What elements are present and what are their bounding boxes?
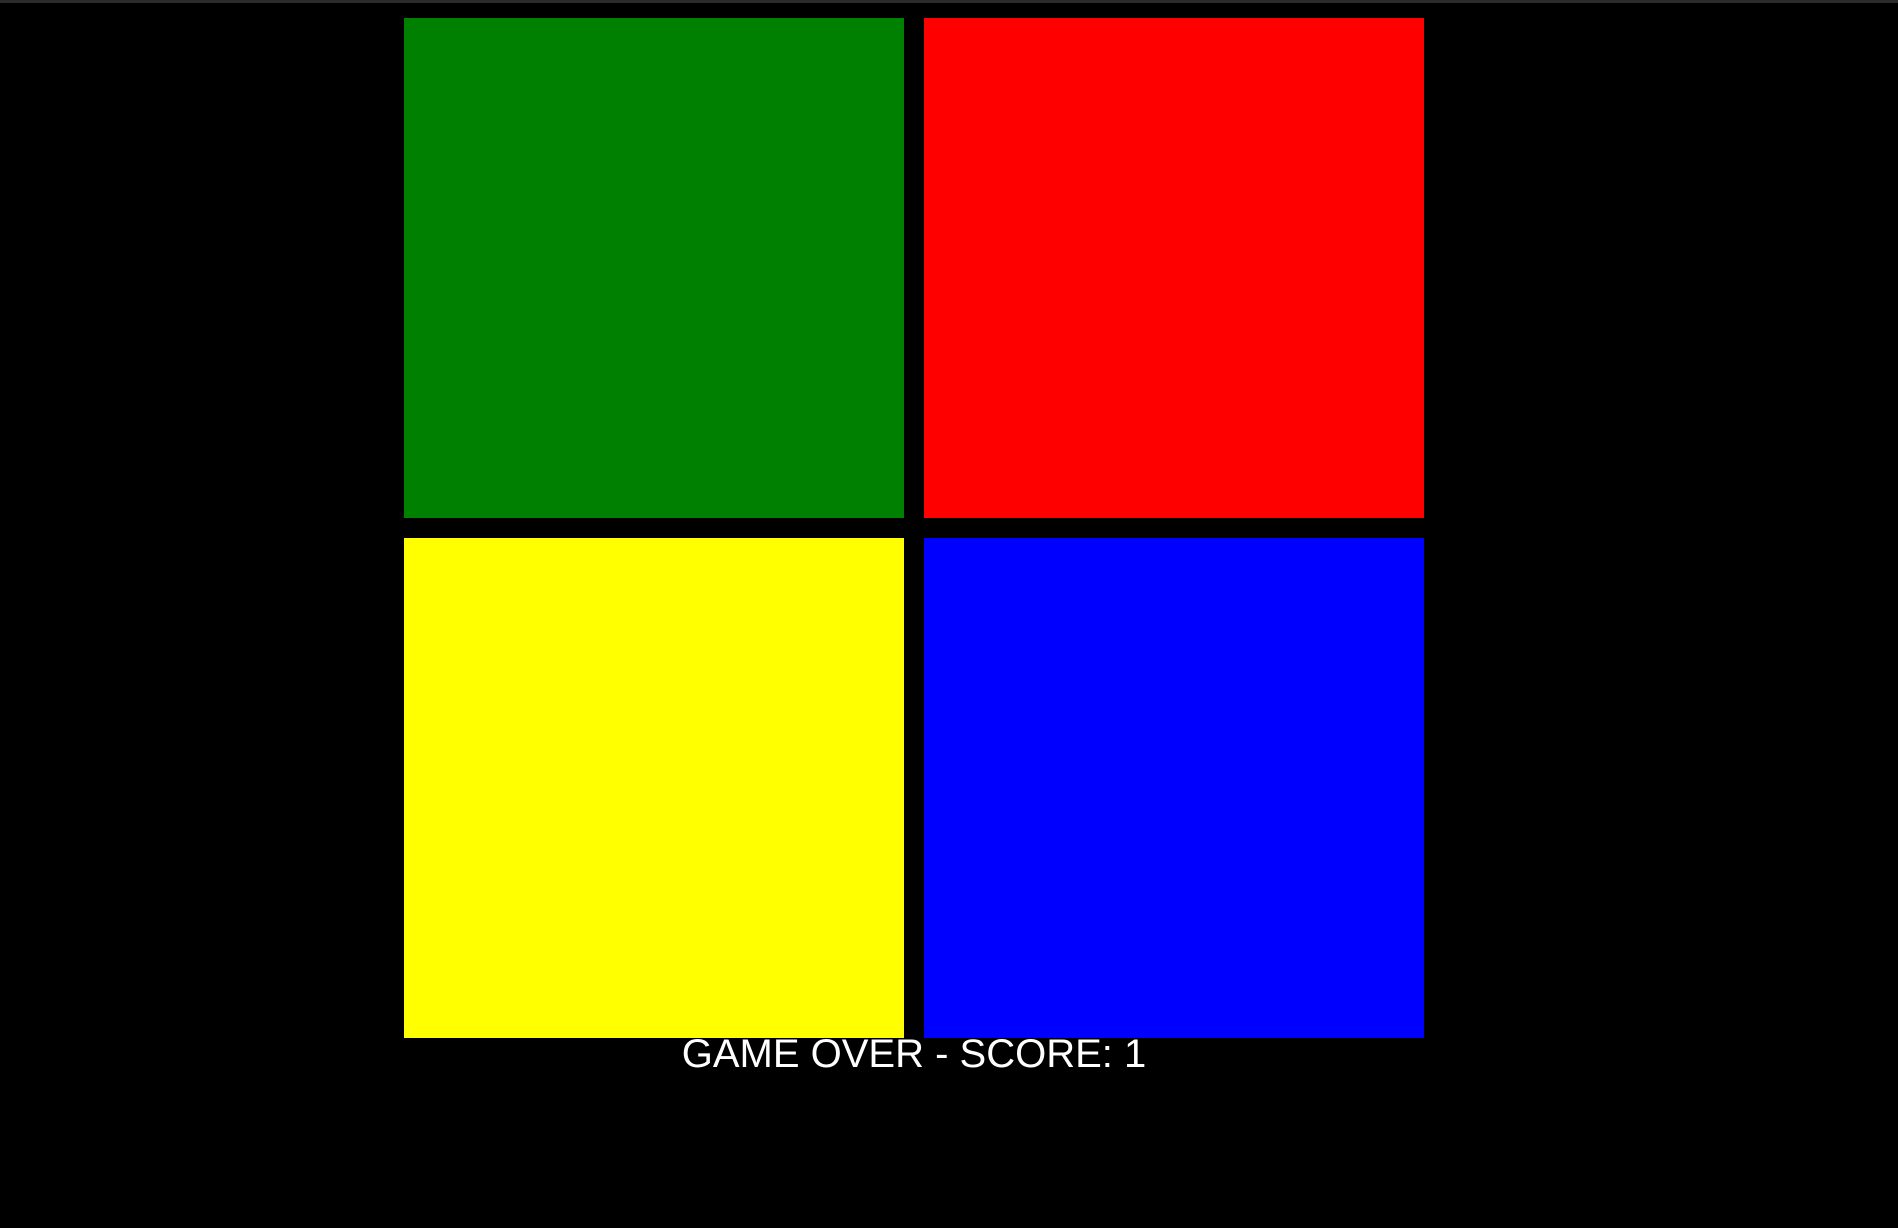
game-status-text: GAME OVER - SCORE: 1	[681, 1032, 1147, 1076]
blue-pad[interactable]	[924, 538, 1424, 1038]
green-pad[interactable]	[404, 18, 904, 518]
window-top-border	[0, 0, 1898, 3]
game-board	[404, 18, 1424, 1038]
red-pad[interactable]	[924, 18, 1424, 518]
yellow-pad[interactable]	[404, 538, 904, 1038]
